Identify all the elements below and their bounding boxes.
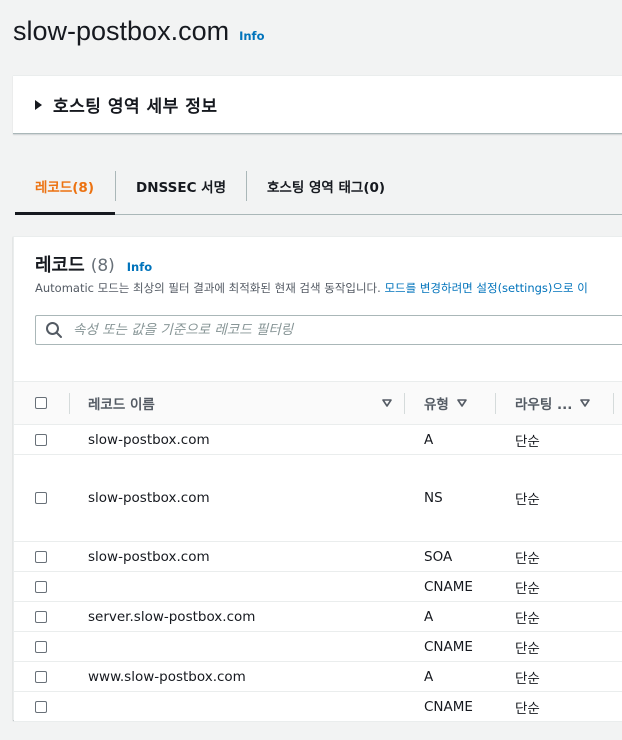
table-row[interactable]: server.slow-postbox.com A 단순 bbox=[14, 602, 622, 632]
record-type: SOA bbox=[424, 548, 453, 565]
record-type: CNAME bbox=[424, 638, 473, 655]
records-table: 레코드 이름 유형 라우팅 ... slow-postbox.com A 단순 … bbox=[14, 381, 622, 722]
record-name: slow-postbox.com bbox=[88, 490, 210, 506]
records-title: 레코드 bbox=[35, 255, 85, 276]
record-routing: 단순 bbox=[515, 700, 540, 717]
row-checkbox[interactable] bbox=[35, 492, 47, 504]
column-divider bbox=[404, 393, 405, 414]
column-record-name-label: 레코드 이름 bbox=[88, 397, 155, 413]
record-name: slow-postbox.com bbox=[88, 548, 210, 565]
column-divider bbox=[495, 393, 496, 414]
record-type: A bbox=[424, 668, 434, 685]
page-title: slow-postbox.com bbox=[13, 16, 230, 46]
column-divider bbox=[69, 393, 70, 414]
table-row[interactable]: slow-postbox.com SOA 단순 bbox=[14, 542, 622, 572]
column-routing-label: 라우팅 ... bbox=[515, 397, 573, 413]
record-type: A bbox=[424, 608, 434, 625]
record-routing: 단순 bbox=[515, 433, 540, 450]
column-type[interactable]: 유형 bbox=[424, 382, 467, 424]
record-routing: 단순 bbox=[515, 610, 540, 627]
row-check-cell bbox=[35, 425, 47, 454]
row-check-cell bbox=[35, 662, 47, 691]
row-checkbox[interactable] bbox=[35, 640, 47, 653]
record-routing: 단순 bbox=[515, 580, 540, 597]
redacted-value bbox=[86, 695, 380, 719]
column-record-name[interactable]: 레코드 이름 bbox=[88, 382, 392, 424]
record-type: CNAME bbox=[424, 578, 473, 595]
record-filter[interactable] bbox=[35, 315, 622, 345]
description-text: Automatic 모드는 최상의 필터 결과에 최적화된 현재 검색 동작입니… bbox=[35, 281, 381, 295]
records-panel: 레코드 (8) Info Automatic 모드는 최상의 필터 결과에 최적… bbox=[13, 236, 622, 722]
row-check-cell bbox=[35, 632, 47, 661]
records-count: (8) bbox=[90, 256, 115, 276]
column-divider bbox=[613, 393, 614, 414]
table-row[interactable]: CNAME 단순 bbox=[14, 572, 622, 602]
table-row[interactable]: slow-postbox.com NS 단순 bbox=[14, 455, 622, 542]
column-type-label: 유형 bbox=[424, 397, 449, 413]
caret-right-icon bbox=[35, 99, 42, 110]
record-filter-input[interactable] bbox=[71, 321, 615, 339]
redacted-value bbox=[86, 635, 386, 659]
sort-down-icon[interactable] bbox=[457, 399, 467, 407]
record-routing: 단순 bbox=[515, 670, 540, 687]
record-routing: 단순 bbox=[515, 550, 540, 567]
record-name: slow-postbox.com bbox=[88, 431, 210, 448]
table-row[interactable]: CNAME 단순 bbox=[14, 692, 622, 722]
row-checkbox[interactable] bbox=[35, 433, 47, 446]
row-check-cell bbox=[35, 542, 47, 571]
sort-down-icon[interactable] bbox=[580, 399, 591, 407]
row-checkbox[interactable] bbox=[35, 670, 47, 683]
row-checkbox[interactable] bbox=[35, 550, 47, 563]
tab-bar: 레코드(8) DNSSEC 서명 호스팅 영역 태그(0) bbox=[15, 157, 622, 215]
sort-down-icon[interactable] bbox=[382, 399, 392, 407]
hosted-zone-details-label: 호스팅 영역 세부 정보 bbox=[53, 97, 218, 117]
select-all-checkbox[interactable] bbox=[35, 397, 47, 409]
record-type: CNAME bbox=[424, 698, 473, 715]
redacted-value bbox=[86, 575, 390, 599]
record-name: www.slow-postbox.com bbox=[88, 668, 246, 685]
page-info-link[interactable]: Info bbox=[239, 29, 264, 43]
page-header: slow-postbox.com Info bbox=[13, 16, 264, 56]
header-check-cell bbox=[35, 382, 47, 424]
column-routing[interactable]: 라우팅 ... bbox=[515, 382, 591, 424]
row-check-cell bbox=[35, 602, 47, 631]
row-checkbox[interactable] bbox=[35, 580, 47, 593]
table-header: 레코드 이름 유형 라우팅 ... bbox=[14, 381, 622, 425]
tab-dnssec[interactable]: DNSSEC 서명 bbox=[116, 157, 246, 214]
records-header: 레코드 (8) Info bbox=[35, 251, 152, 277]
search-icon bbox=[46, 322, 62, 338]
table-row[interactable]: CNAME 단순 bbox=[14, 632, 622, 662]
record-type: A bbox=[424, 431, 434, 448]
row-checkbox[interactable] bbox=[35, 610, 47, 623]
row-check-cell bbox=[35, 455, 47, 541]
records-info-link[interactable]: Info bbox=[127, 260, 152, 274]
record-name: server.slow-postbox.com bbox=[88, 608, 256, 625]
record-type: NS bbox=[424, 490, 443, 506]
row-check-cell bbox=[35, 692, 47, 721]
row-checkbox[interactable] bbox=[35, 700, 47, 713]
record-routing: 단순 bbox=[515, 492, 540, 508]
records-description: Automatic 모드는 최상의 필터 결과에 최적화된 현재 검색 동작입니… bbox=[35, 280, 588, 296]
record-routing: 단순 bbox=[515, 640, 540, 657]
row-check-cell bbox=[35, 572, 47, 601]
hosted-zone-details-expander[interactable]: 호스팅 영역 세부 정보 bbox=[13, 75, 622, 134]
tab-tags[interactable]: 호스팅 영역 태그(0) bbox=[247, 157, 405, 214]
table-row[interactable]: slow-postbox.com A 단순 bbox=[14, 425, 622, 455]
settings-link[interactable]: 모드를 변경하려면 설정(settings)으로 이 bbox=[384, 281, 587, 295]
tab-records[interactable]: 레코드(8) bbox=[15, 157, 115, 215]
table-row[interactable]: www.slow-postbox.com A 단순 bbox=[14, 662, 622, 692]
